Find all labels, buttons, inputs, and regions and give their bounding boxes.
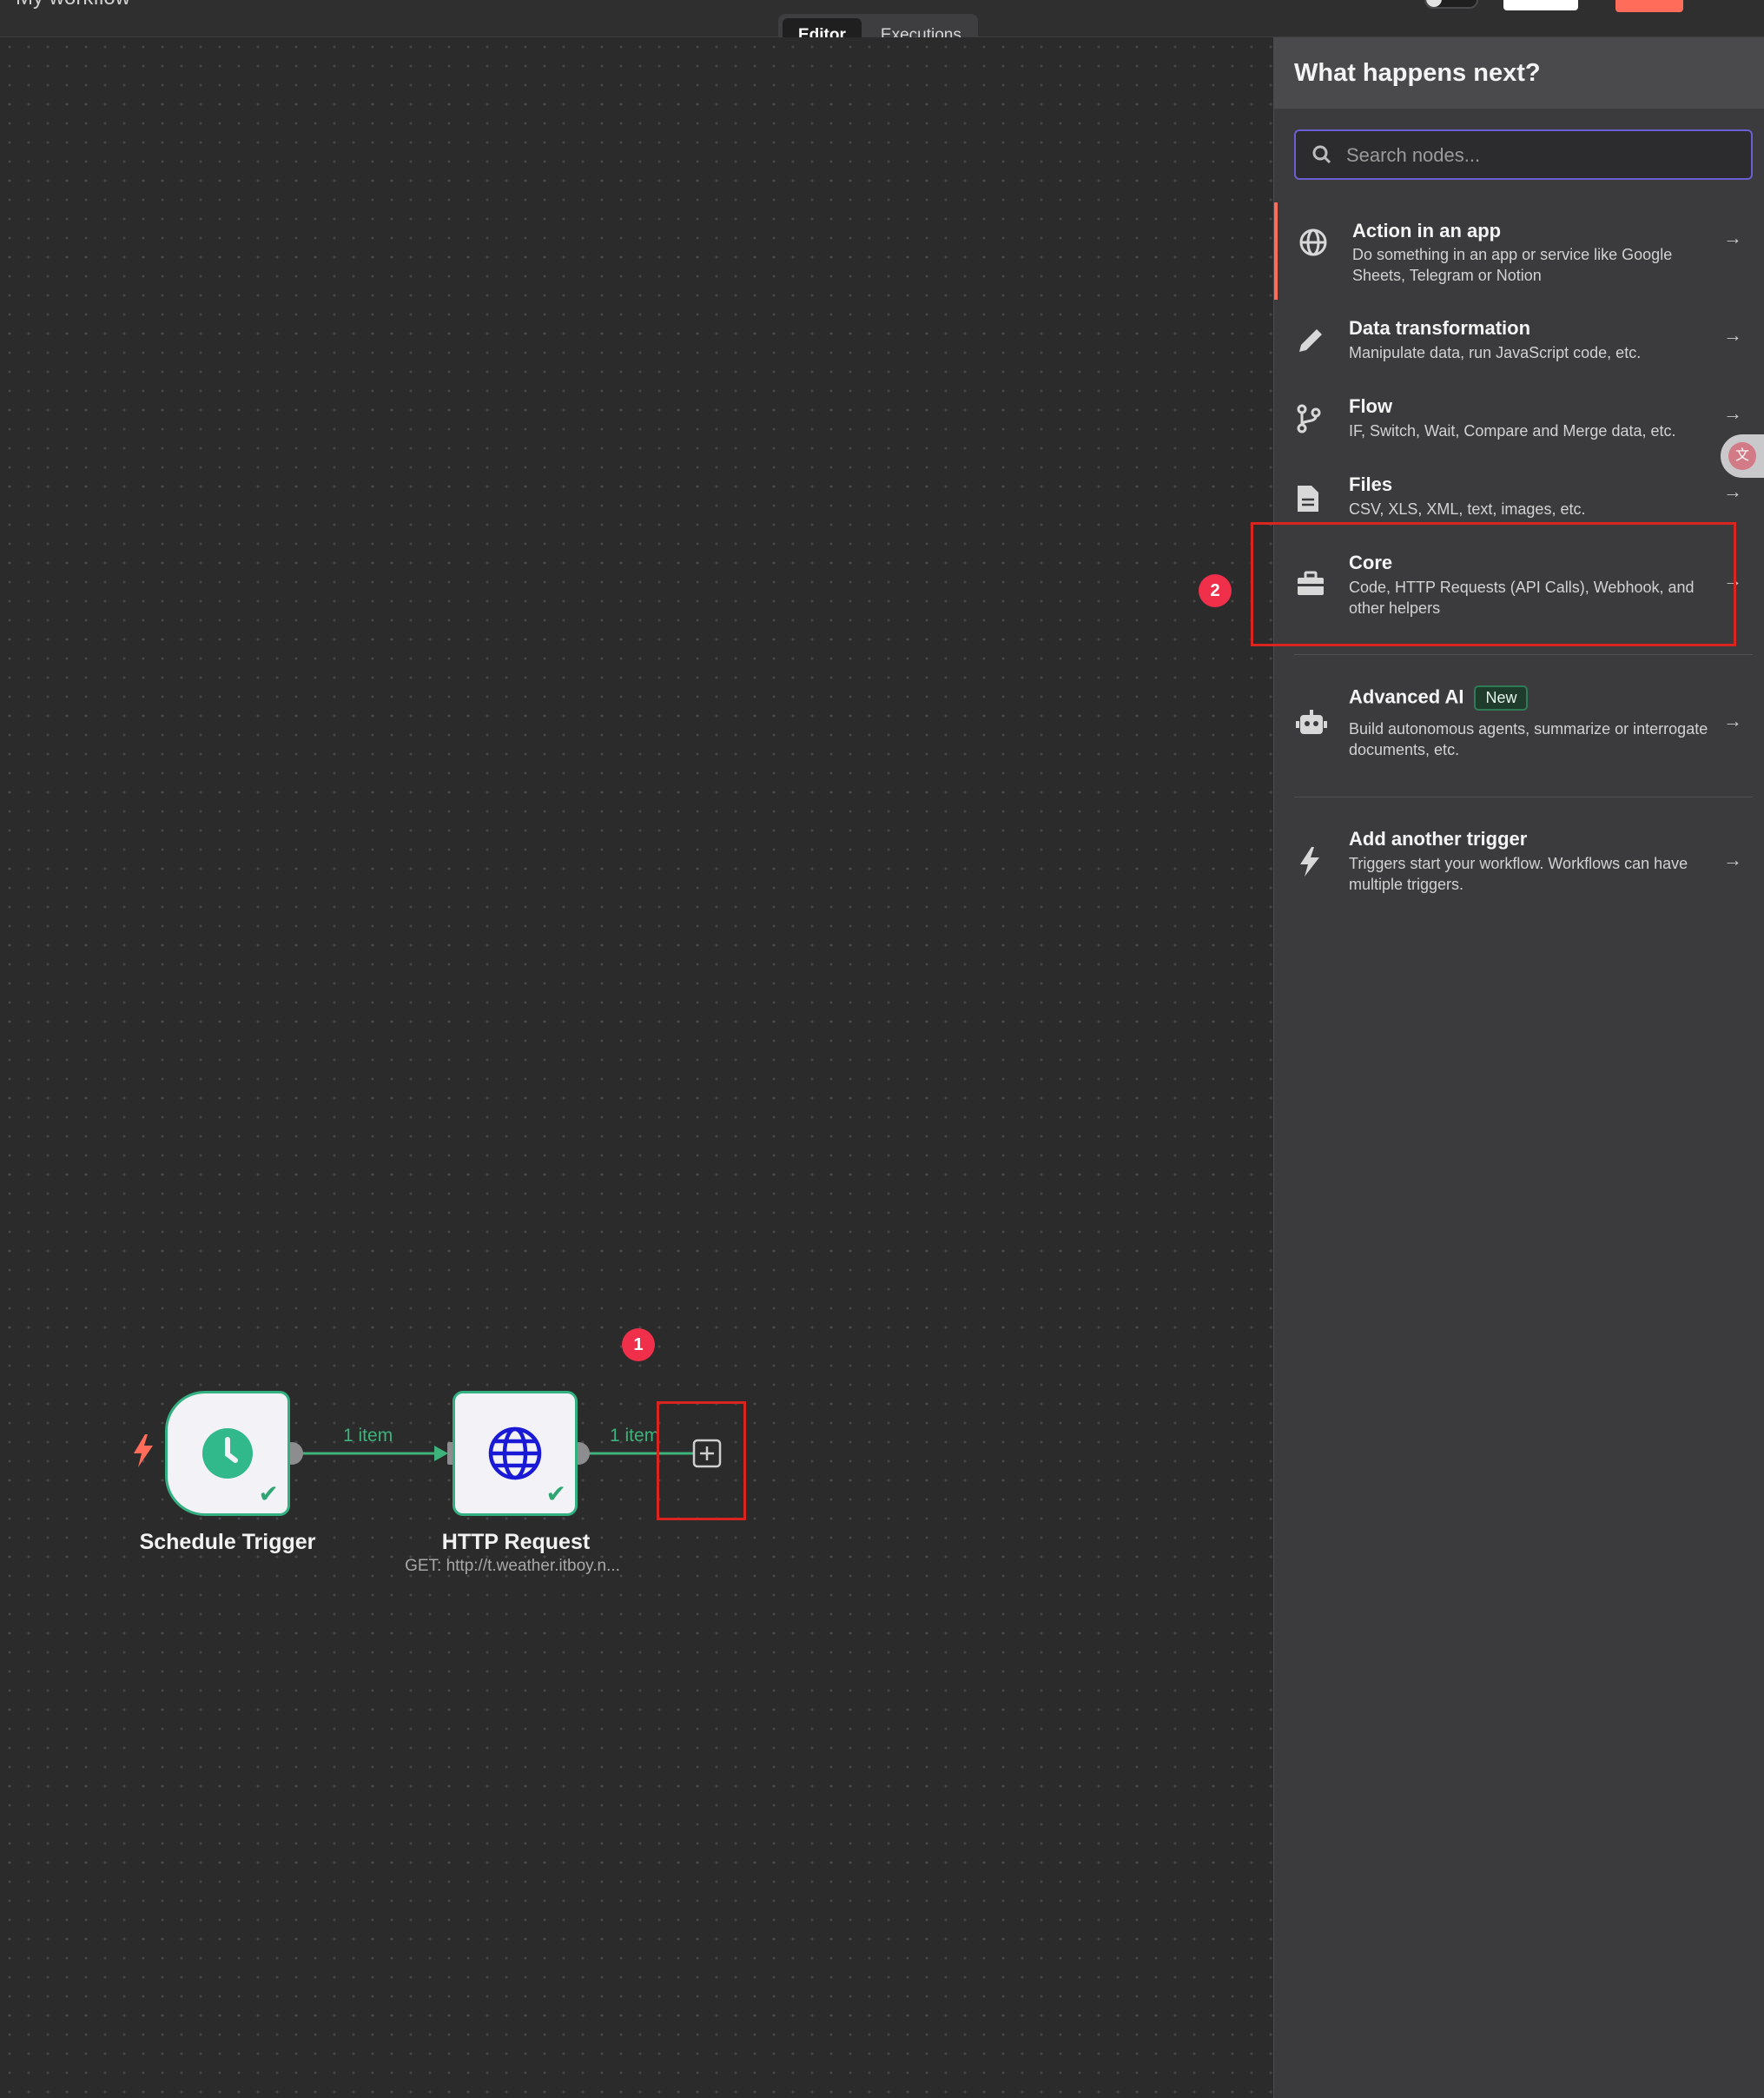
- annotation-box-1: [657, 1401, 746, 1520]
- arrow-right-icon: →: [1723, 227, 1742, 248]
- category-description: Build autonomous agents, summarize or in…: [1349, 720, 1708, 758]
- annotation-box-2: [1251, 522, 1736, 646]
- schedule-trigger-label: Schedule Trigger: [139, 1530, 316, 1554]
- success-check-icon: ✔: [545, 1480, 566, 1507]
- search-box[interactable]: [1294, 129, 1753, 180]
- file-icon: [1296, 484, 1320, 518]
- category-description: Manipulate data, run JavaScript code, et…: [1349, 344, 1642, 361]
- bolt-icon: [1300, 847, 1319, 881]
- category-title: Files: [1349, 473, 1393, 495]
- translate-widget[interactable]: 文: [1721, 434, 1764, 478]
- workflow-name[interactable]: My workflow: [16, 0, 130, 10]
- http-request-node[interactable]: ✔: [453, 1391, 578, 1516]
- schedule-trigger-node[interactable]: ✔: [165, 1391, 290, 1516]
- robot-icon: [1296, 708, 1327, 742]
- connections-layer: [281, 1442, 695, 1465]
- arrow-right-icon: →: [1723, 710, 1742, 731]
- new-badge: New: [1474, 685, 1529, 711]
- divider: [1294, 654, 1753, 655]
- globe-icon: [1299, 228, 1327, 261]
- category-title: Flow: [1349, 395, 1393, 417]
- trigger-bolt-icon: [134, 1434, 153, 1472]
- edge2-label: 1 item: [610, 1426, 660, 1446]
- category-title: Advanced AI New: [1349, 685, 1529, 711]
- branch-icon: [1296, 404, 1322, 438]
- category-data-transformation[interactable]: Data transformation Manipulate data, run…: [1274, 300, 1764, 378]
- arrow-right-icon: →: [1723, 324, 1742, 346]
- success-check-icon: ✔: [258, 1480, 279, 1507]
- arrow-right-icon: →: [1723, 480, 1742, 502]
- top-bar: My workflow Editor Executions: [0, 0, 1764, 57]
- http-request-subtitle: GET: http://t.weather.itboy.n...: [405, 1557, 620, 1575]
- pencil-icon: [1296, 326, 1325, 360]
- arrow-right-icon: →: [1723, 849, 1742, 870]
- http-request-label: HTTP Request: [441, 1530, 591, 1554]
- panel-header: What happens next?: [1274, 37, 1764, 109]
- category-description: CSV, XLS, XML, text, images, etc.: [1349, 500, 1586, 518]
- save-button[interactable]: [1503, 0, 1578, 10]
- panel-title: What happens next?: [1294, 59, 1541, 87]
- arrow-right-icon: →: [1723, 402, 1742, 424]
- category-description: Do something in an app or service like G…: [1352, 246, 1673, 284]
- category-advanced-ai[interactable]: Advanced AI New Build autonomous agents, …: [1274, 680, 1764, 793]
- category-action-in-an-app[interactable]: Action in an app Do something in an app …: [1274, 202, 1764, 300]
- share-button[interactable]: [1615, 0, 1683, 12]
- category-title: Data transformation: [1349, 317, 1531, 339]
- category-flow[interactable]: Flow IF, Switch, Wait, Compare and Merge…: [1274, 378, 1764, 456]
- category-title-text: Advanced AI: [1349, 685, 1464, 708]
- clock-icon: [202, 1427, 254, 1484]
- node-creator-panel: What happens next? Action in an app Do s…: [1251, 37, 1764, 2098]
- category-description: Triggers start your workflow. Workflows …: [1349, 855, 1688, 893]
- annotation-badge-2: 2: [1199, 574, 1232, 607]
- search-input[interactable]: [1344, 131, 1730, 180]
- category-title: Add another trigger: [1349, 828, 1528, 850]
- edge1-label: 1 item: [343, 1426, 393, 1446]
- translate-icon: 文: [1728, 442, 1756, 470]
- globe-icon: [488, 1426, 542, 1485]
- category-description: IF, Switch, Wait, Compare and Merge data…: [1349, 422, 1676, 440]
- search-icon: [1311, 144, 1332, 169]
- annotation-badge-1: 1: [622, 1328, 655, 1361]
- category-add-another-trigger[interactable]: Add another trigger Triggers start your …: [1274, 819, 1764, 915]
- edge-arrowhead: [434, 1446, 448, 1461]
- divider: [1294, 797, 1753, 798]
- category-title: Action in an app: [1352, 220, 1502, 242]
- workflow-canvas[interactable]: ✔ Schedule Trigger ✔ HTTP Request GET: h…: [0, 37, 1273, 2098]
